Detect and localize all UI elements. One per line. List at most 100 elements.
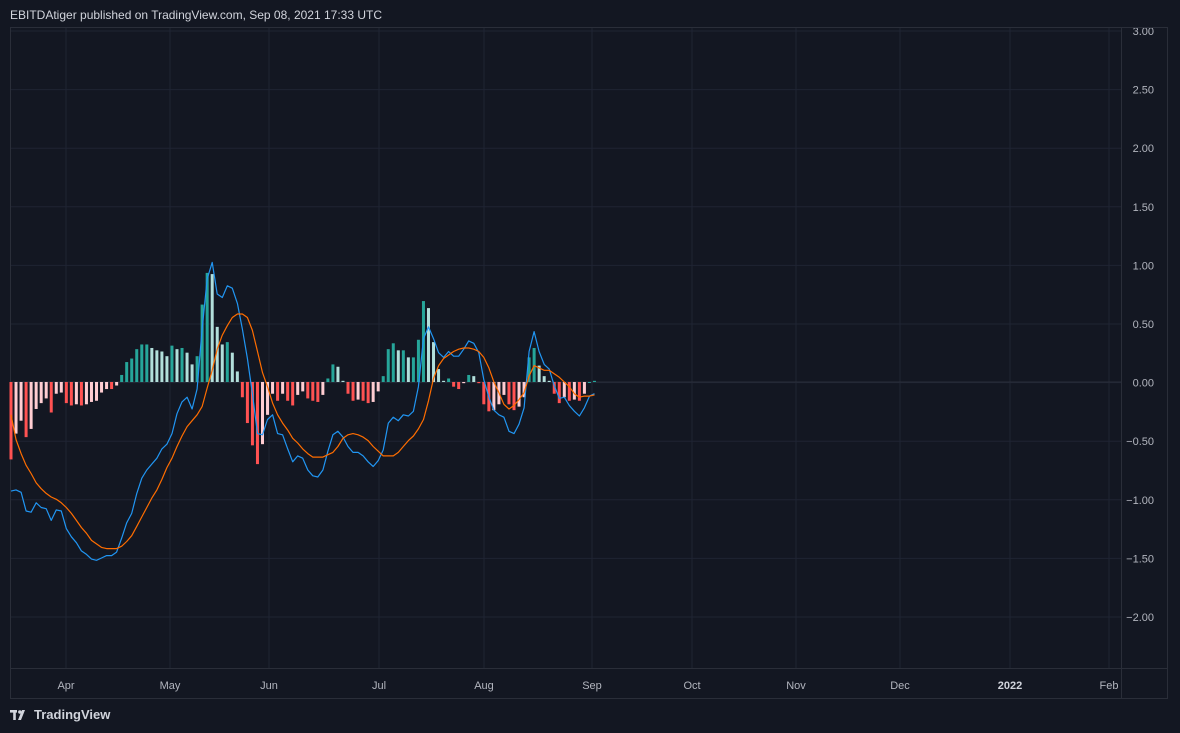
histogram-bar <box>517 382 521 407</box>
histogram-bar <box>341 380 345 382</box>
macd-chart[interactable]: 3.002.502.001.501.000.500.00−0.50−1.00−1… <box>0 0 1180 700</box>
histogram-bar <box>79 382 83 406</box>
histogram-bar <box>331 364 335 382</box>
histogram-bar <box>100 382 104 393</box>
histogram-bar <box>326 378 330 382</box>
histogram-bar <box>180 347 184 382</box>
histogram-bar <box>240 382 244 398</box>
histogram-bar <box>29 382 33 429</box>
x-tick-label: Oct <box>683 680 700 692</box>
histogram-bar <box>245 382 249 424</box>
x-tick-label: Jun <box>260 680 278 692</box>
histogram-bar <box>457 382 461 390</box>
histogram-bar <box>281 382 285 394</box>
histogram-bar <box>165 356 169 382</box>
x-tick-label: Aug <box>474 680 494 692</box>
histogram-bar <box>69 382 73 406</box>
histogram-bar <box>502 382 506 395</box>
histogram-bar <box>437 369 441 382</box>
histogram-bar <box>336 366 340 382</box>
histogram-bar <box>306 382 310 399</box>
histogram-bar <box>271 382 275 394</box>
histogram-bar <box>381 376 385 382</box>
histogram-bar <box>587 382 591 383</box>
y-tick-label: 1.50 <box>1133 202 1154 214</box>
histogram-bar <box>125 362 129 382</box>
histogram-bar <box>230 352 234 382</box>
x-tick-label: Sep <box>582 680 602 692</box>
histogram-bar <box>115 382 119 386</box>
histogram-bar <box>507 382 511 405</box>
histogram-bar <box>477 382 481 384</box>
histogram-bar <box>577 382 581 401</box>
histogram-bar <box>467 374 471 382</box>
histogram-bar <box>391 343 395 382</box>
histogram-bar <box>74 382 78 405</box>
histogram-bar <box>150 347 154 382</box>
histogram-bar <box>396 350 400 382</box>
histogram-bar <box>120 374 124 382</box>
histogram-bar <box>442 380 446 382</box>
y-tick-label: −0.50 <box>1126 436 1154 448</box>
y-tick-label: 1.00 <box>1133 260 1154 272</box>
y-tick-label: 0.50 <box>1133 319 1154 331</box>
y-tick-label: 2.00 <box>1133 143 1154 155</box>
histogram-bar <box>140 344 144 382</box>
histogram-bar <box>447 378 451 382</box>
histogram-bar <box>542 376 546 382</box>
histogram-bar <box>89 382 93 402</box>
histogram-bar <box>185 352 189 382</box>
histogram-bar <box>225 342 229 382</box>
histogram-bar <box>366 382 370 404</box>
histogram-bar <box>110 382 114 390</box>
histogram-bar <box>170 345 174 382</box>
histogram-bar <box>291 382 295 406</box>
histogram-bar <box>567 382 571 401</box>
histogram-bar <box>356 382 360 400</box>
x-tick-label: May <box>160 680 181 692</box>
histogram-bar <box>59 382 63 393</box>
histogram-bar <box>155 350 159 382</box>
histogram-bar <box>135 349 139 382</box>
histogram-bar <box>54 382 58 394</box>
histogram-bar <box>14 382 18 434</box>
histogram-bar <box>220 344 224 382</box>
histogram-bar <box>351 382 355 401</box>
histogram-bar <box>95 382 99 401</box>
histogram-bar <box>346 382 350 394</box>
histogram-bar <box>406 357 410 382</box>
histogram-bar <box>592 380 596 382</box>
histogram-bar <box>44 382 48 399</box>
histogram-bar <box>582 382 586 394</box>
histogram-bar <box>386 349 390 382</box>
histogram-bar <box>34 382 38 409</box>
histogram-bar <box>572 382 576 400</box>
histogram-bar <box>190 364 194 382</box>
histogram-bar <box>472 376 476 382</box>
tradingview-brand[interactable]: TradingView <box>10 707 110 722</box>
histogram-bar <box>321 382 325 395</box>
histogram-bar <box>64 382 68 404</box>
histogram-bar <box>371 382 375 402</box>
histogram-bar <box>130 358 134 382</box>
y-tick-label: −1.50 <box>1126 553 1154 565</box>
histogram-bar <box>145 344 149 382</box>
histogram-bar <box>316 382 320 402</box>
histogram-bar <box>39 382 43 404</box>
y-tick-label: −2.00 <box>1126 612 1154 624</box>
histogram-bar <box>175 349 179 382</box>
histogram-bar <box>426 308 430 382</box>
histogram-bar <box>557 382 561 404</box>
y-tick-label: 0.00 <box>1133 378 1154 390</box>
histogram-bar <box>532 347 536 382</box>
histogram-bar <box>452 382 456 387</box>
histogram-bar <box>24 382 28 438</box>
histogram-bar <box>19 382 23 421</box>
histogram-bar <box>361 382 365 401</box>
x-tick-label: Nov <box>786 680 806 692</box>
histogram-bar <box>376 382 380 392</box>
y-tick-label: −1.00 <box>1126 495 1154 507</box>
histogram-bar <box>105 382 109 390</box>
histogram-bar <box>311 382 315 401</box>
histogram-bar <box>49 382 53 413</box>
